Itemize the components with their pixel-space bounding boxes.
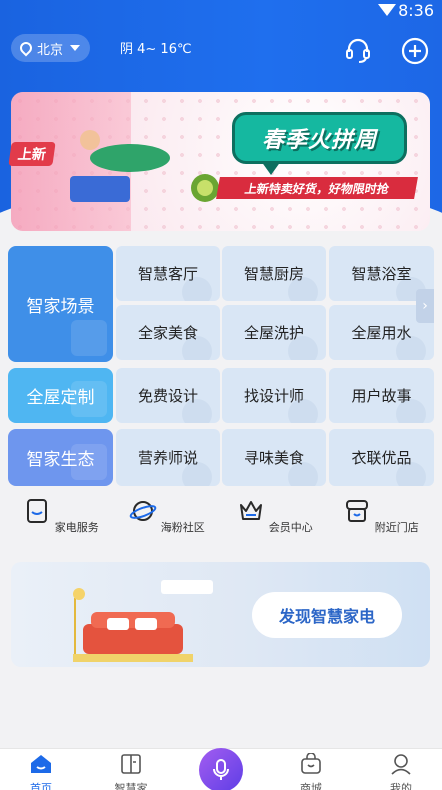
home-icon (31, 755, 51, 773)
cell-label: 免费设计 (137, 387, 198, 405)
new-tag: 上新 (8, 142, 56, 166)
service-label: 海粉社区 (160, 521, 205, 534)
cell-label: 智慧厨房 (243, 265, 304, 283)
tab-label: 我的 (390, 782, 412, 790)
tab-profile[interactable]: 我的 (371, 753, 431, 790)
cell-clothing-products[interactable]: 衣联优品 (329, 429, 434, 486)
banner-subtitle: 上新特卖好货，好物限时抢 (216, 177, 418, 199)
cell-label: 全家美食 (137, 324, 198, 342)
city-selector[interactable]: 北京 (11, 34, 90, 62)
category-label: 全屋定制 (26, 388, 95, 408)
cell-seek-food[interactable]: 寻味美食 (222, 429, 326, 486)
microphone-icon (213, 759, 229, 780)
tab-smart-home[interactable]: 智慧家 (101, 753, 161, 790)
category-ecosystem[interactable]: 智家生态 (8, 429, 113, 486)
discover-appliances-button[interactable]: 发现智慧家电 (252, 592, 402, 638)
service-community[interactable]: 海粉社区 (122, 497, 212, 535)
tab-label: 商城 (300, 782, 322, 790)
tab-mall[interactable]: 商城 (281, 752, 341, 790)
cell-whole-house-laundry[interactable]: 全屋洗护 (222, 305, 326, 360)
cell-label: 找设计师 (243, 387, 304, 405)
wifi-icon (378, 4, 396, 16)
city-label: 北京 (37, 42, 64, 58)
cell-smart-living-room[interactable]: 智慧客厅 (116, 246, 220, 301)
service-member[interactable]: 会员中心 (230, 497, 320, 535)
cell-user-stories[interactable]: 用户故事 (329, 368, 434, 423)
category-label: 智家生态 (26, 450, 95, 470)
category-smart-scene[interactable]: 智家场景 (8, 246, 113, 362)
weather-text: 阴 4~ 16℃ (120, 42, 192, 57)
cell-free-design[interactable]: 免费设计 (116, 368, 220, 423)
status-time: 8:36 (398, 1, 434, 20)
crown-member-icon (240, 501, 263, 520)
cell-find-designer[interactable]: 找设计师 (222, 368, 326, 423)
cell-label: 营养师说 (137, 449, 198, 467)
status-bar: 8:36 (0, 0, 442, 22)
tab-label: 智慧家 (114, 782, 148, 790)
cell-nutritionist[interactable]: 营养师说 (116, 429, 220, 486)
cell-label: 寻味美食 (243, 449, 304, 467)
smart-home-icon (121, 754, 141, 774)
service-label: 家电服务 (54, 521, 99, 534)
category-custom-home[interactable]: 全屋定制 (8, 368, 113, 423)
tab-home[interactable]: 首页 (11, 753, 71, 790)
store-icon (346, 500, 369, 522)
cell-label: 衣联优品 (351, 449, 412, 467)
cell-smart-kitchen[interactable]: 智慧厨房 (222, 246, 326, 301)
tab-label: 首页 (30, 782, 52, 790)
location-icon (17, 39, 35, 57)
category-label: 智家场景 (26, 296, 95, 317)
cell-label: 用户故事 (351, 387, 412, 405)
service-label: 会员中心 (268, 521, 313, 534)
cell-label: 全屋用水 (351, 324, 412, 342)
customer-service-icon[interactable] (343, 36, 373, 66)
shopping-bag-icon (301, 752, 321, 774)
service-nearby-store[interactable]: 附近门店 (336, 497, 426, 535)
cell-label: 智慧浴室 (351, 265, 412, 283)
cell-label: 全屋洗护 (243, 324, 304, 342)
add-icon[interactable] (400, 36, 430, 66)
banner-model-illustration (70, 130, 219, 202)
banner-title: 春季火拼周 (261, 128, 377, 153)
appliance-service-icon (27, 499, 48, 523)
chevron-right-icon[interactable]: › (416, 289, 434, 323)
service-appliance[interactable]: 家电服务 (16, 497, 106, 535)
voice-assistant-button[interactable] (199, 748, 243, 790)
services-row: 家电服务 海粉社区 会员中心 附近门店 (0, 497, 442, 553)
cell-family-food[interactable]: 全家美食 (116, 305, 220, 360)
banner-title-bubble: 春季火拼周 (232, 112, 407, 175)
planet-community-icon (129, 501, 157, 521)
service-label: 附近门店 (374, 521, 419, 534)
profile-icon (391, 754, 411, 775)
chevron-down-icon (70, 45, 81, 51)
cell-label: 智慧客厅 (137, 265, 198, 283)
